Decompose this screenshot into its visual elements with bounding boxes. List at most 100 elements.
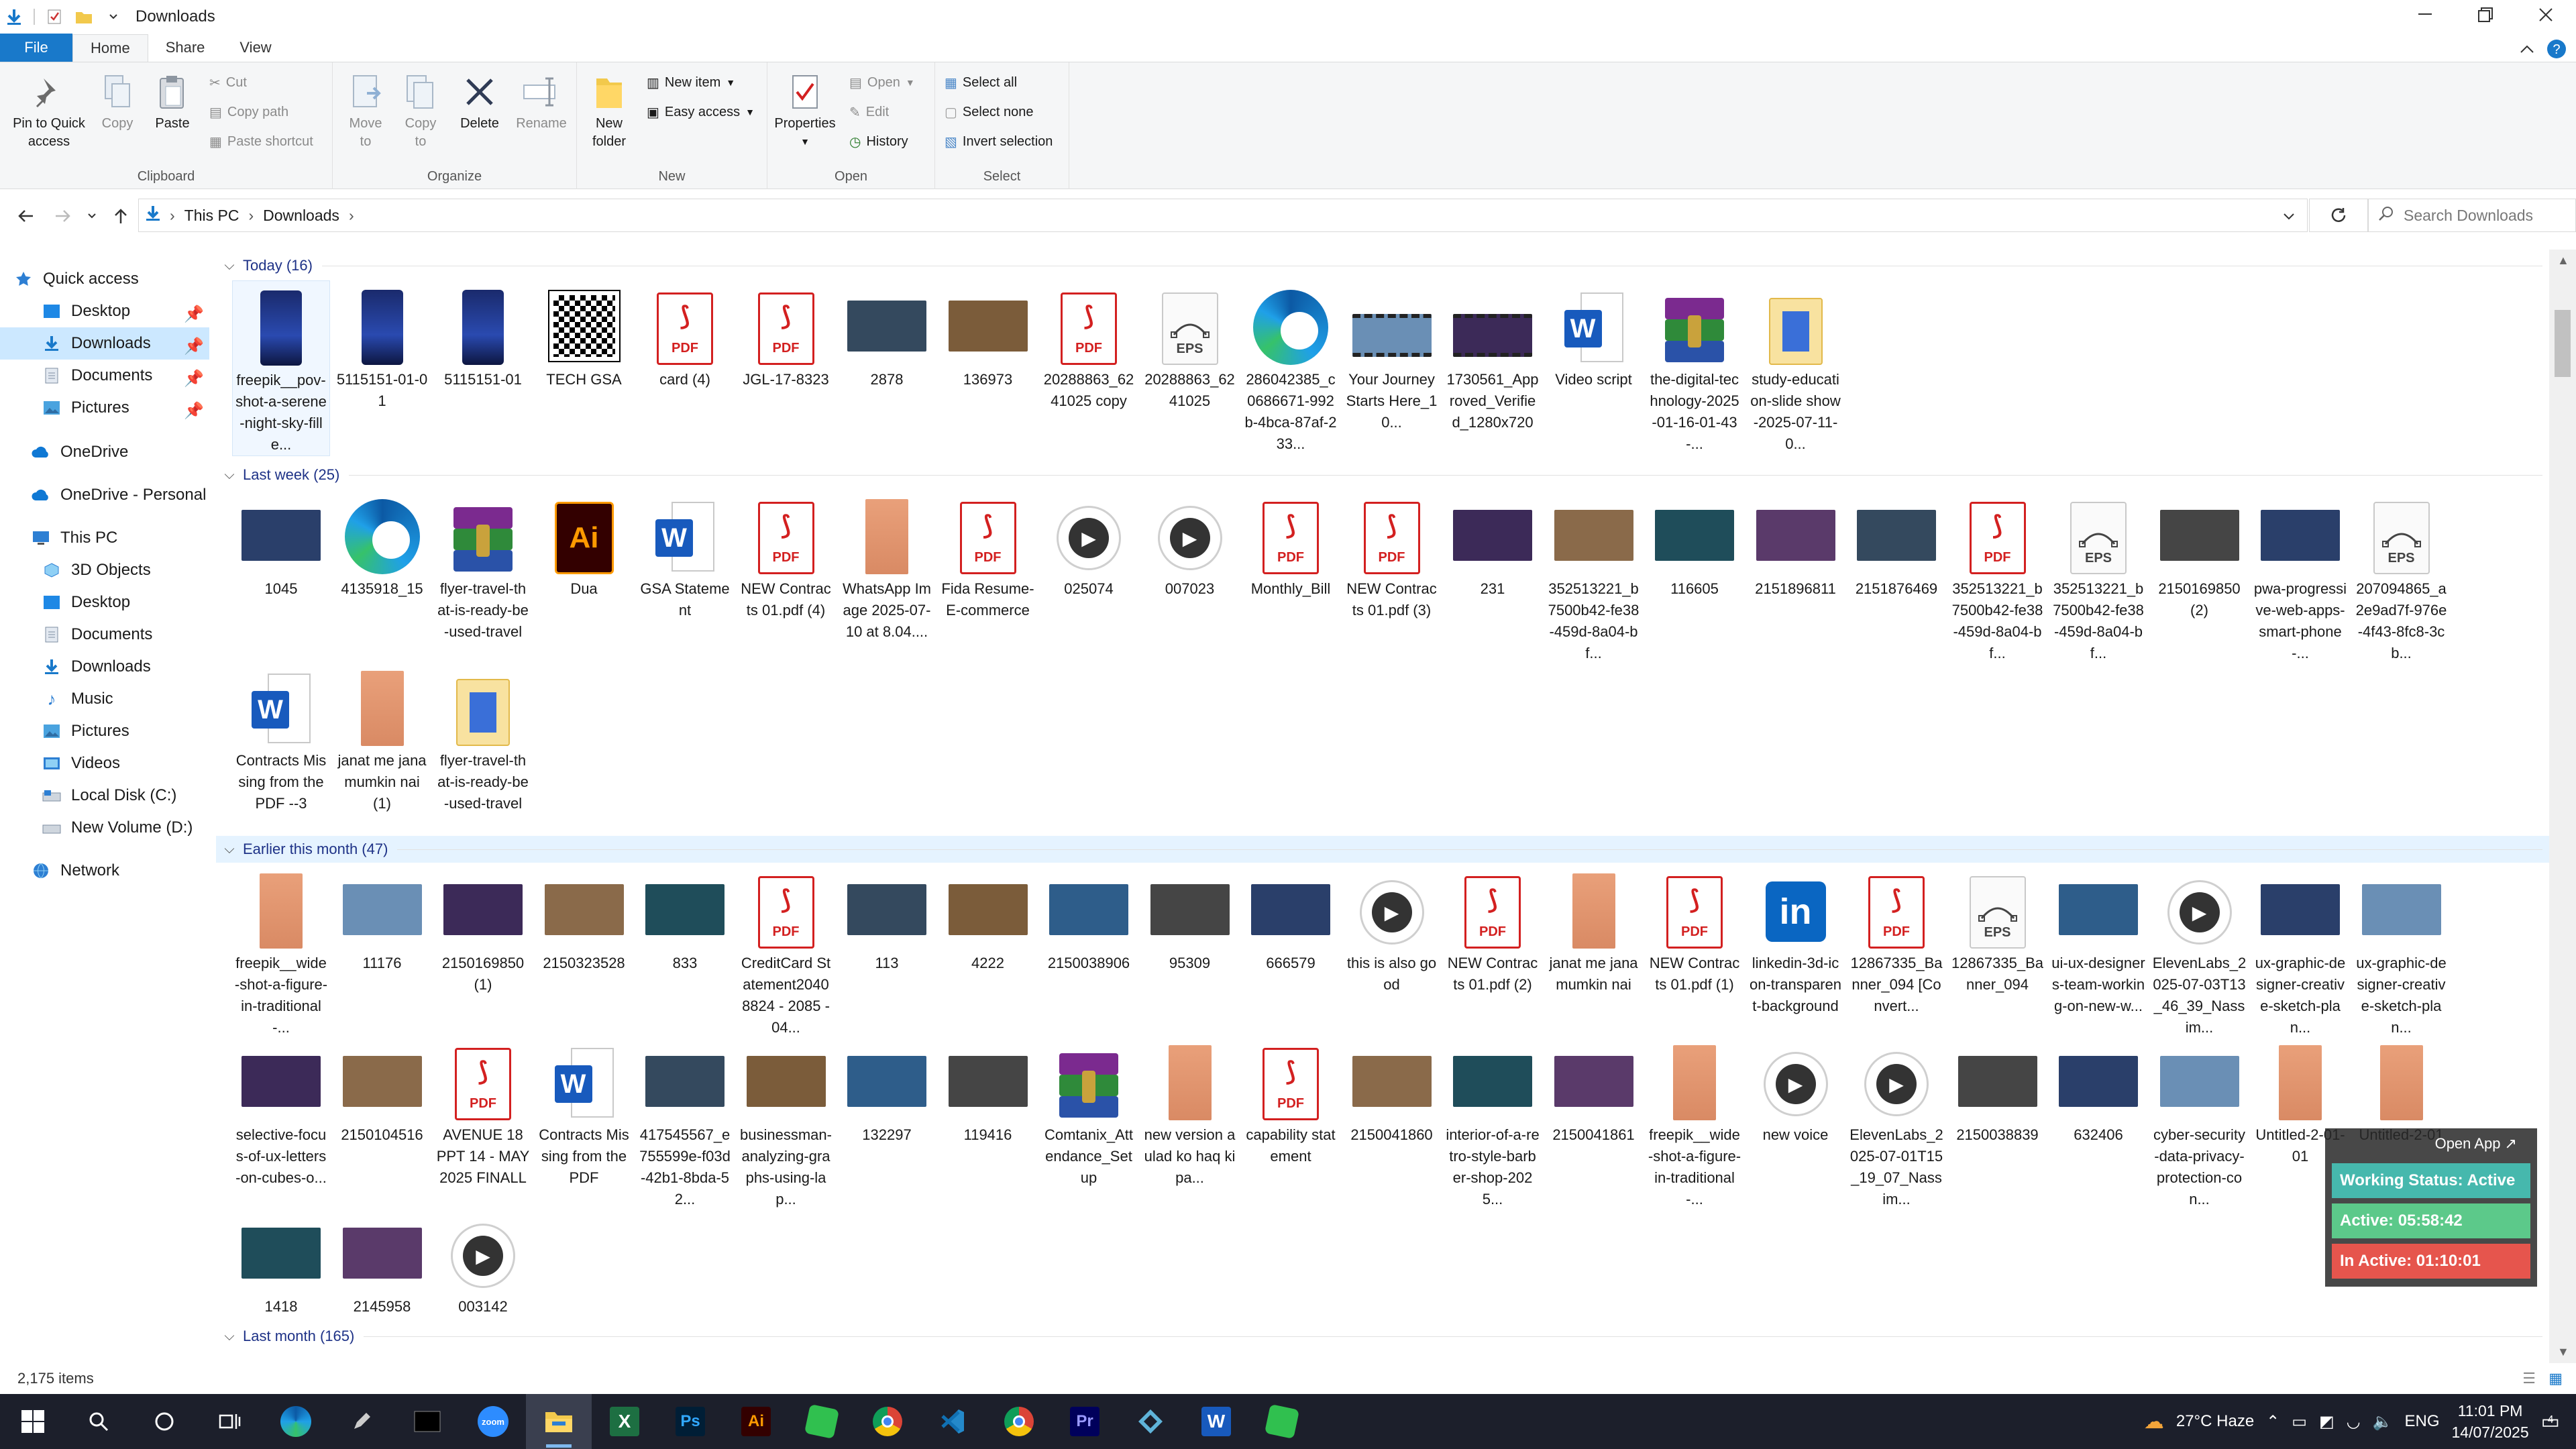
edit-button[interactable]: ✎ Edit <box>849 100 889 124</box>
properties-button[interactable]: Properties ▼ <box>773 72 837 151</box>
file-item[interactable]: ⟆ PDF NEW Contracts 01.pdf (2) <box>1444 864 1542 996</box>
search-input[interactable]: Search Downloads <box>2404 207 2533 225</box>
downloads-app-icon[interactable] <box>4 7 24 27</box>
new-item-button[interactable]: ▥ New item ▼ <box>647 70 735 95</box>
paste-button[interactable]: Paste <box>149 72 196 133</box>
invert-selection-button[interactable]: ▧ Invert selection <box>945 129 1053 154</box>
weather-text[interactable]: 27°C Haze <box>2176 1412 2254 1431</box>
file-item[interactable]: Your Journey Starts Here_10... <box>1343 280 1441 433</box>
nav-pc-downloads[interactable]: Downloads <box>0 651 209 683</box>
collapse-chevron-icon[interactable]: ⌵ <box>216 842 243 857</box>
pen-tool-icon[interactable] <box>329 1394 394 1449</box>
forward-button[interactable] <box>44 197 82 235</box>
details-view-icon[interactable]: ☰ <box>2522 1370 2536 1387</box>
file-item[interactable]: study-education-slide show-2025-07-11-0.… <box>1747 280 1845 455</box>
file-item[interactable]: 116605 <box>1646 490 1743 600</box>
vscode-icon[interactable] <box>920 1394 986 1449</box>
customize-qat-chevron-icon[interactable] <box>103 7 123 27</box>
file-item[interactable]: WhatsApp Image 2025-07-10 at 8.04.... <box>838 490 936 643</box>
breadcrumb-this-pc[interactable]: This PC <box>184 207 239 225</box>
file-item[interactable]: Comtanix_Attendance_Setup <box>1040 1036 1138 1189</box>
file-item[interactable]: 4222 <box>939 864 1037 974</box>
move-to-button[interactable]: Move to <box>345 72 386 151</box>
file-item[interactable]: 352513221_b7500b42-fe38-459d-8a04-bf... <box>1545 490 1643 664</box>
file-item[interactable]: TECH GSA <box>535 280 633 390</box>
new-folder-qat-icon[interactable] <box>74 7 94 27</box>
premiere-pro-icon[interactable]: Pr <box>1052 1394 1118 1449</box>
address-bar[interactable]: › This PC › Downloads › <box>138 199 2308 232</box>
tab-file[interactable]: File <box>0 34 72 62</box>
nav-this-pc[interactable]: This PC <box>0 522 209 554</box>
nav-3d-objects[interactable]: 3D Objects <box>0 554 209 586</box>
zoom-icon[interactable]: zoom <box>460 1394 526 1449</box>
open-app-link[interactable]: Open App ↗ <box>2332 1135 2530 1161</box>
terminal-icon[interactable] <box>394 1394 460 1449</box>
file-item[interactable]: freepik__pov-shot-a-serene-night-sky-fil… <box>232 280 330 456</box>
file-item[interactable]: 632406 <box>2049 1036 2147 1146</box>
file-item[interactable]: 833 <box>636 864 734 974</box>
collapse-ribbon-icon[interactable] <box>2520 44 2534 57</box>
file-item[interactable]: 95309 <box>1141 864 1239 974</box>
messaging-app-icon[interactable] <box>789 1394 855 1449</box>
file-item[interactable]: EPS 352513221_b7500b42-fe38-459d-8a04-bf.… <box>2049 490 2147 664</box>
start-windows-icon[interactable] <box>0 1394 66 1449</box>
back-button[interactable] <box>7 197 44 235</box>
cortana-circle-icon[interactable] <box>131 1394 197 1449</box>
file-item[interactable]: W GSA Statement <box>636 490 734 621</box>
edge-taskbar-icon[interactable] <box>263 1394 329 1449</box>
illustrator-icon[interactable]: Ai <box>723 1394 789 1449</box>
select-all-button[interactable]: ▦ Select all <box>945 70 1017 95</box>
file-item[interactable]: ▶ 007023 <box>1141 490 1239 600</box>
messaging-app-2-icon[interactable] <box>1249 1394 1315 1449</box>
file-item[interactable]: ⟆ PDF NEW Contracts 01.pdf (3) <box>1343 490 1441 621</box>
file-item[interactable]: 2151876469 <box>1847 490 1945 600</box>
chrome-profile-icon[interactable] <box>986 1394 1052 1449</box>
file-item[interactable]: 2150038839 <box>1949 1036 2047 1146</box>
file-item[interactable]: janat me jana mumkin nai <box>1545 864 1643 996</box>
easy-access-button[interactable]: ▣ Easy access ▼ <box>647 100 755 124</box>
file-item[interactable]: ⟆ PDF 20288863_6241025 copy <box>1040 280 1138 412</box>
nav-pc-pictures[interactable]: Pictures <box>0 715 209 747</box>
restore-button[interactable] <box>2455 0 2516 30</box>
pin-icon[interactable]: 📌 <box>184 401 204 421</box>
file-item[interactable]: 5115151-01 <box>434 280 532 390</box>
copy-path-button[interactable]: ▤ Copy path <box>209 100 288 124</box>
copy-button[interactable]: Copy <box>97 72 138 133</box>
group-header-today[interactable]: ⌵ Today (16) <box>216 252 2549 279</box>
close-button[interactable] <box>2516 0 2576 30</box>
file-item[interactable]: Ai Dua <box>535 490 633 600</box>
nav-music[interactable]: ♪ Music <box>0 683 209 715</box>
scroll-down-icon[interactable]: ▼ <box>2557 1345 2569 1359</box>
weather-icon[interactable]: ☁ <box>2144 1410 2164 1434</box>
nav-videos[interactable]: Videos <box>0 747 209 780</box>
file-item[interactable]: ⟆ PDF capability statement <box>1242 1036 1340 1167</box>
tray-overflow-chevron-icon[interactable]: ⌃ <box>2266 1412 2279 1432</box>
rename-button[interactable]: Rename <box>514 72 569 133</box>
file-item[interactable]: ▶ this is also good <box>1343 864 1441 996</box>
pin-quick-access-button[interactable]: Pin to Quick access <box>7 72 91 151</box>
file-item[interactable]: 417545567_e755599e-f03d-42b1-8bda-52... <box>636 1036 734 1210</box>
search-box[interactable]: Search Downloads <box>2368 199 2576 232</box>
select-none-button[interactable]: ▢ Select none <box>945 100 1034 124</box>
defender-icon[interactable]: ◩ <box>2319 1412 2334 1432</box>
nav-pc-documents[interactable]: Documents <box>0 619 209 651</box>
file-explorer-taskbar-icon[interactable] <box>526 1394 592 1449</box>
file-item[interactable]: ⟆ PDF AVENUE 18 PPT 14 - MAY 2025 FINALL <box>434 1036 532 1189</box>
breadcrumb-downloads[interactable]: Downloads <box>263 207 339 225</box>
file-item[interactable]: 2150323528 <box>535 864 633 974</box>
pin-icon[interactable]: 📌 <box>184 337 204 356</box>
address-dropdown-chevron-icon[interactable] <box>2283 207 2295 225</box>
file-item[interactable]: W Contracts Missing from the PDF --3 <box>232 661 330 814</box>
refresh-button[interactable] <box>2309 199 2368 232</box>
file-item[interactable]: EPS 20288863_6241025 <box>1141 280 1239 412</box>
collapse-chevron-icon[interactable]: ⌵ <box>216 1329 243 1344</box>
file-item[interactable]: ⟆ PDF JGL-17-8323 <box>737 280 835 390</box>
nav-new-volume[interactable]: New Volume (D:) <box>0 812 209 844</box>
file-item[interactable]: ▶ ElevenLabs_2025-07-01T15_19_07_Nassim..… <box>1847 1036 1945 1210</box>
diamond-app-icon[interactable] <box>1118 1394 1183 1449</box>
file-item[interactable]: flyer-travel-that-is-ready-be-used-trave… <box>434 661 532 814</box>
file-item[interactable]: ⟆ PDF Monthly_Bill <box>1242 490 1340 600</box>
file-item[interactable]: freepik__wide-shot-a-figure-in-tradition… <box>232 864 330 1038</box>
group-header-last-week[interactable]: ⌵ Last week (25) <box>216 462 2549 488</box>
file-item[interactable]: pwa-progressive-web-apps-smart-phone-... <box>2251 490 2349 664</box>
